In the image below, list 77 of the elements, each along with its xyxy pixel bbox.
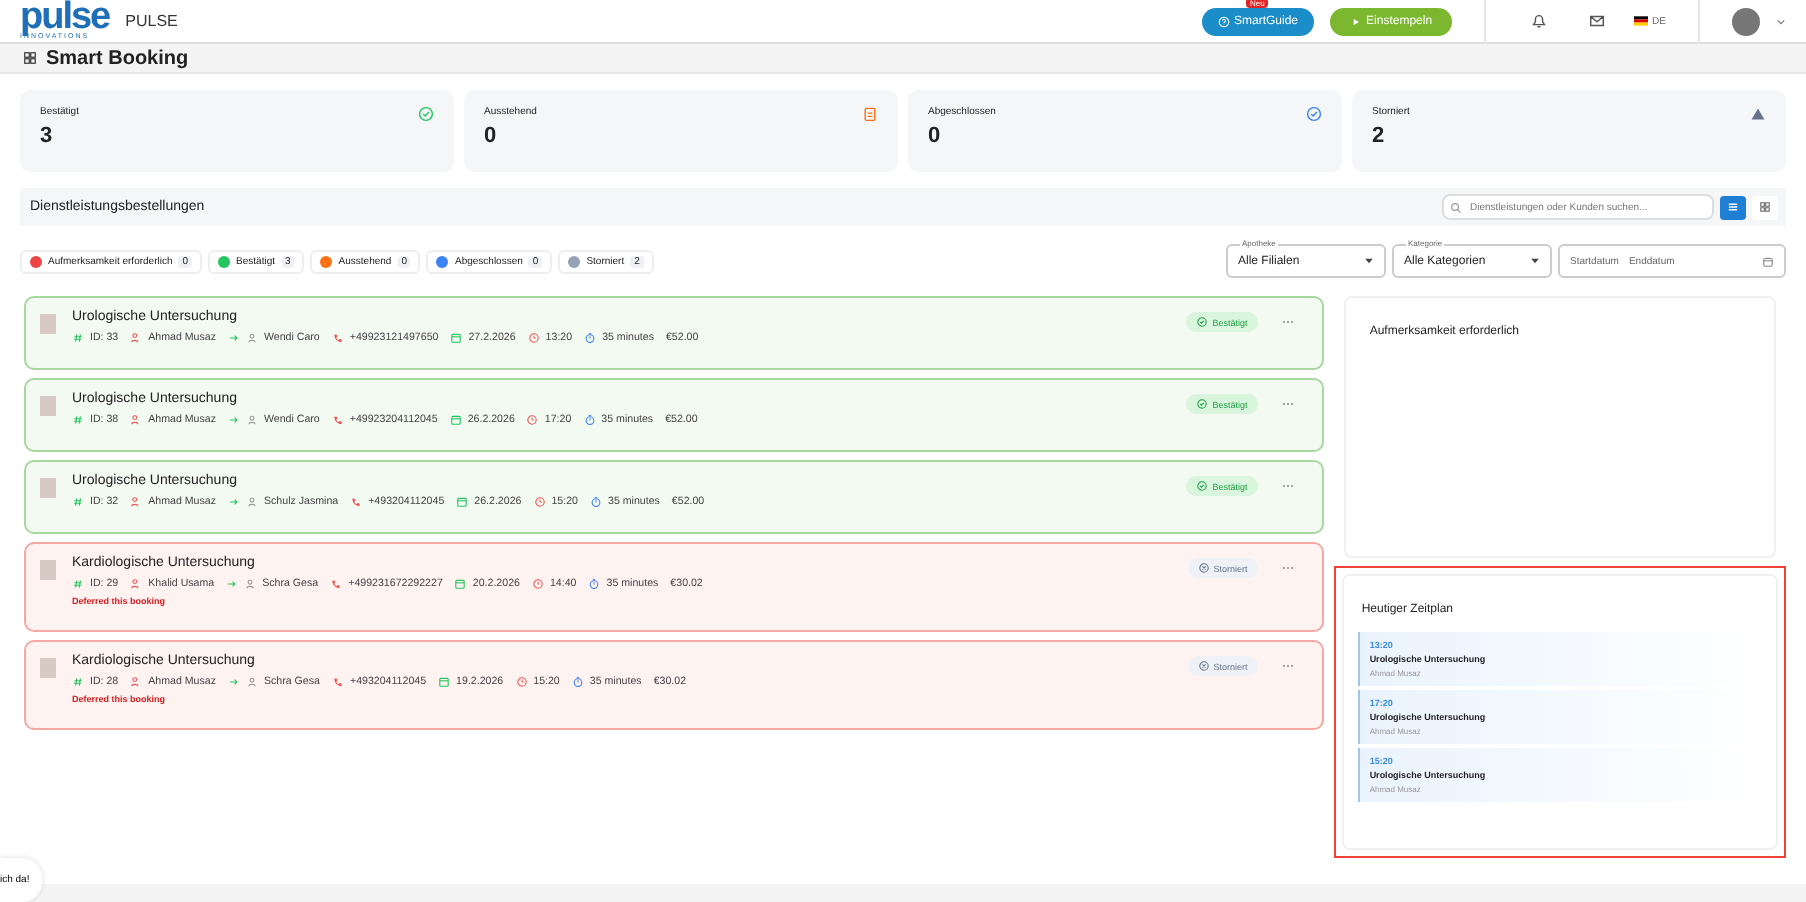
person-icon — [130, 414, 143, 426]
calendar-icon — [449, 414, 462, 426]
stat-value: 0 — [928, 124, 943, 148]
person-icon — [130, 676, 143, 688]
arrow-right-icon — [228, 332, 240, 344]
x-circle-icon — [1197, 562, 1210, 574]
person-icon — [246, 332, 258, 344]
person-icon — [244, 578, 257, 590]
person-icon — [246, 676, 258, 688]
clipboard-icon — [862, 106, 878, 122]
check-circle-icon — [1306, 106, 1322, 122]
timer-icon — [588, 578, 601, 590]
hash-icon — [72, 676, 84, 688]
grid-icon — [1758, 200, 1772, 214]
calendar-icon — [438, 676, 451, 688]
calendar-icon — [456, 496, 469, 508]
arrow-right-icon — [228, 414, 240, 426]
list-icon — [1726, 200, 1740, 214]
caret-icon — [1364, 258, 1374, 264]
person-icon — [246, 496, 258, 508]
check-circle-icon — [1196, 398, 1209, 410]
flag-icon — [1634, 16, 1649, 26]
timer-icon — [584, 332, 597, 344]
person-icon — [246, 414, 258, 426]
timer-icon — [590, 496, 602, 508]
bell-icon[interactable] — [1530, 12, 1549, 30]
check-circle-icon — [1196, 316, 1209, 328]
arrow-right-icon — [228, 496, 240, 508]
app-name: PULSE — [125, 12, 178, 30]
hash-icon — [72, 332, 84, 344]
chevron-down-icon[interactable] — [1776, 17, 1786, 25]
check-circle-icon — [418, 106, 434, 122]
image-placeholder — [40, 560, 56, 580]
image-placeholder — [40, 314, 56, 334]
grid-icon — [24, 52, 36, 64]
page-title: Smart Booking — [46, 47, 189, 69]
phone-icon — [330, 578, 343, 590]
image-placeholder — [40, 658, 56, 678]
clock-icon — [526, 414, 539, 426]
clock-icon — [515, 676, 528, 688]
help-icon — [1218, 15, 1230, 27]
check-circle-icon — [1196, 480, 1209, 492]
person-icon — [130, 496, 143, 508]
avatar[interactable] — [1732, 7, 1760, 35]
logo: pulse — [20, 1, 110, 34]
stat-value: 0 — [484, 124, 499, 148]
phone-icon — [331, 414, 344, 426]
mail-icon[interactable] — [1588, 12, 1607, 30]
grid-view-button[interactable] — [1752, 195, 1778, 219]
phone-icon — [331, 332, 344, 344]
image-placeholder — [40, 478, 56, 498]
phone-icon — [331, 676, 344, 688]
image-placeholder — [40, 396, 56, 416]
search-icon — [1450, 201, 1462, 213]
play-icon — [1350, 15, 1363, 27]
calendar-icon — [454, 578, 467, 590]
clock-icon — [531, 578, 544, 590]
stat-value: 3 — [40, 124, 55, 148]
list-view-button[interactable] — [1720, 195, 1746, 219]
caret-icon — [1530, 258, 1540, 264]
timer-icon — [571, 676, 584, 688]
phone-icon — [350, 496, 363, 508]
hash-icon — [72, 414, 84, 426]
arrow-right-icon — [226, 578, 239, 590]
clock-icon — [533, 496, 546, 508]
x-circle-icon — [1197, 660, 1210, 672]
hash-icon — [72, 578, 84, 590]
stat-value: 2 — [1372, 124, 1387, 148]
clock-icon — [527, 332, 540, 344]
timer-icon — [583, 414, 596, 426]
person-icon — [130, 332, 143, 344]
arrow-right-icon — [228, 676, 240, 688]
hash-icon — [72, 496, 84, 508]
calendar-icon — [1762, 255, 1774, 267]
warning-icon — [1750, 106, 1766, 122]
person-icon — [130, 578, 143, 590]
calendar-icon — [450, 332, 463, 344]
